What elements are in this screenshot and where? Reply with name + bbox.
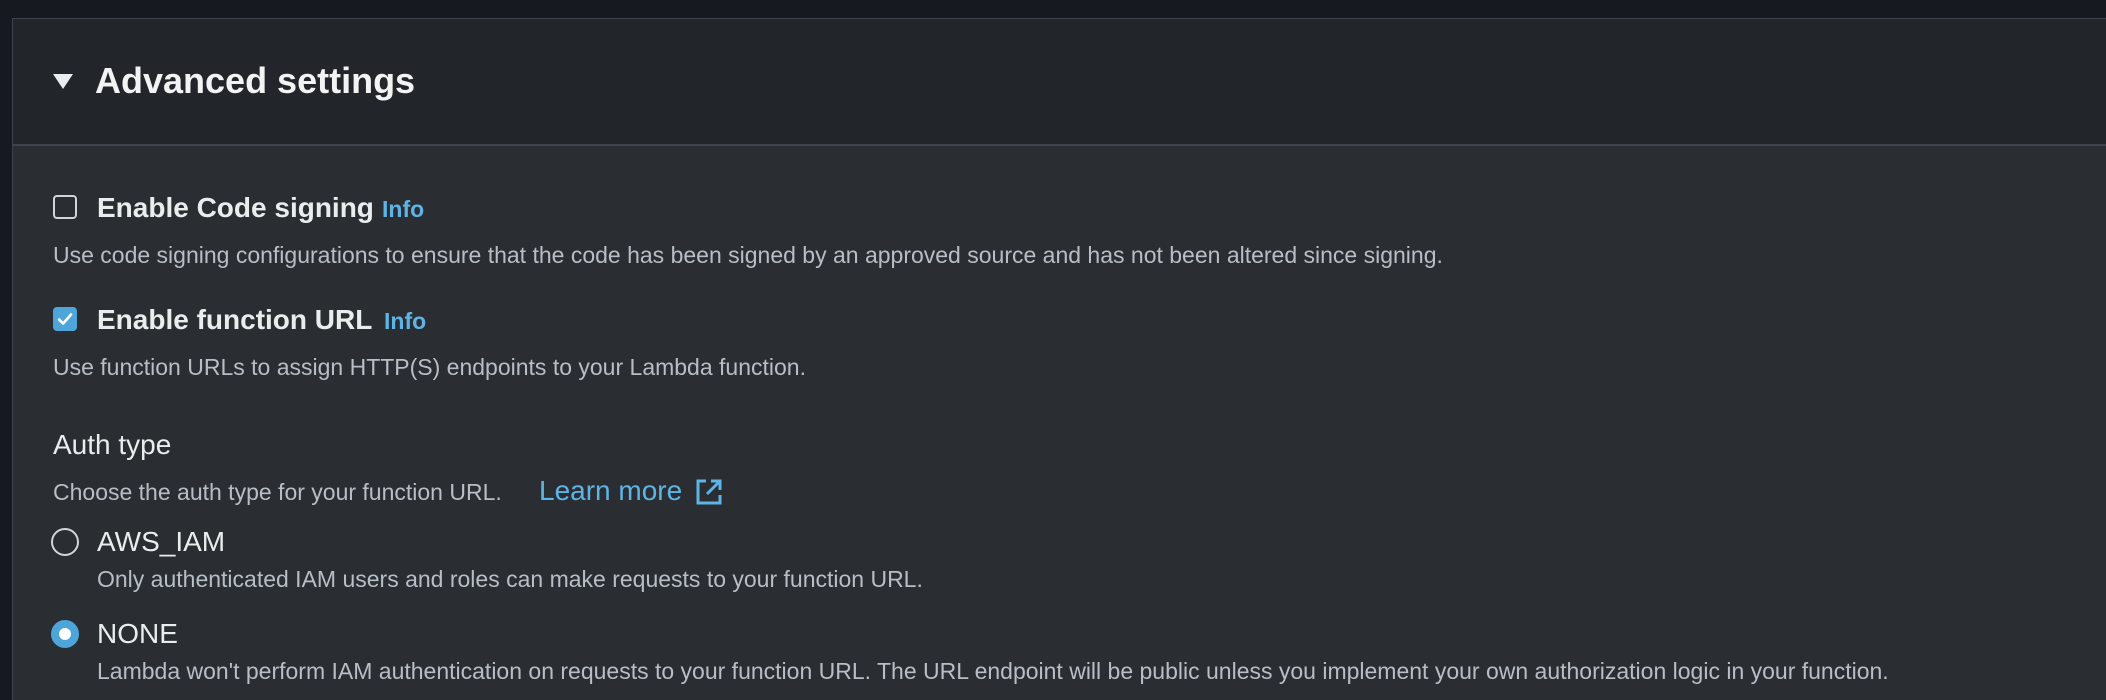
auth-type-radio-aws-iam[interactable] — [51, 528, 79, 556]
auth-type-option-none-label[interactable]: NONE — [97, 617, 178, 651]
function-url-checkbox[interactable] — [53, 307, 77, 331]
auth-type-option-aws-iam-description: Only authenticated IAM users and roles c… — [97, 566, 923, 592]
caret-down-icon[interactable] — [53, 74, 73, 89]
external-link-icon[interactable] — [694, 477, 724, 507]
code-signing-label[interactable]: Enable Code signing — [97, 191, 374, 225]
code-signing-checkbox[interactable] — [53, 195, 77, 219]
section-title[interactable]: Advanced settings — [95, 59, 415, 103]
auth-type-option-aws-iam-label[interactable]: AWS_IAM — [97, 525, 225, 559]
auth-type-option-none-description: Lambda won't perform IAM authentication … — [97, 658, 1889, 684]
learn-more-link[interactable]: Learn more — [539, 474, 682, 508]
function-url-description: Use function URLs to assign HTTP(S) endp… — [53, 354, 806, 380]
auth-type-label: Auth type — [53, 429, 172, 460]
auth-type-description: Choose the auth type for your function U… — [53, 479, 502, 505]
auth-type-radio-none[interactable] — [51, 620, 79, 648]
advanced-settings-panel: Advanced settings Enable Code signing In… — [12, 18, 2106, 700]
advanced-settings-header[interactable]: Advanced settings — [13, 19, 2106, 146]
function-url-label[interactable]: Enable function URL — [97, 303, 372, 337]
checkmark-icon — [57, 313, 73, 325]
function-url-info-link[interactable]: Info — [384, 306, 426, 336]
code-signing-info-link[interactable]: Info — [382, 194, 424, 224]
code-signing-description: Use code signing configurations to ensur… — [53, 242, 1443, 268]
